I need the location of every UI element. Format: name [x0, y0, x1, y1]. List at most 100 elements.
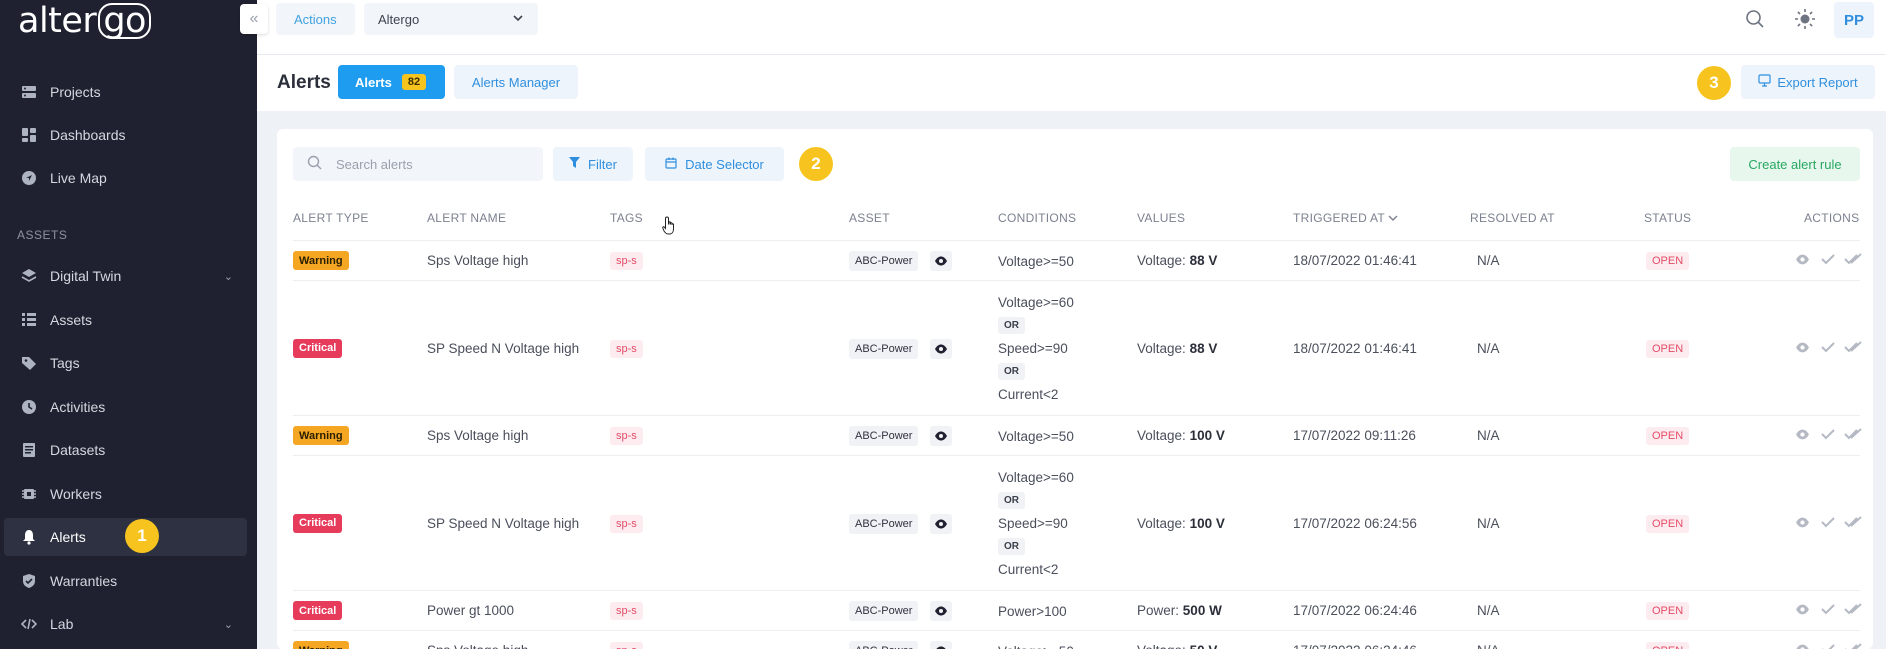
view-alert-eye-icon[interactable] [1795, 643, 1810, 649]
eye-icon[interactable] [930, 641, 952, 649]
chip-icon [20, 485, 38, 503]
resolved-at: N/A [1477, 428, 1500, 443]
value-label: Voltage: [1137, 643, 1186, 649]
sidebar-item-assets[interactable]: Assets [4, 301, 247, 339]
asset-chip[interactable]: ABC-Power [849, 601, 919, 621]
tag-chip[interactable]: sp-s [610, 427, 643, 445]
create-alert-rule-button[interactable]: Create alert rule [1730, 147, 1860, 181]
date-selector-button[interactable]: Date Selector [645, 147, 784, 181]
eye-icon[interactable] [930, 513, 952, 534]
sidebar-item-label: Live Map [50, 170, 107, 186]
column-header-tags[interactable]: TAGS [610, 211, 643, 225]
alert-name[interactable]: SP Speed N Voltage high [427, 341, 579, 356]
asset-chip[interactable]: ABC-Power [849, 641, 919, 649]
eye-icon[interactable] [930, 426, 952, 446]
acknowledge-check-icon[interactable] [1821, 516, 1835, 531]
column-header-alert-name[interactable]: ALERT NAME [427, 211, 506, 225]
sidebar-item-projects[interactable]: Projects [4, 73, 247, 111]
column-header-conditions[interactable]: CONDITIONS [998, 211, 1076, 225]
altergo-logo[interactable]: alter go [18, 0, 151, 42]
triggered-at: 17/07/2022 09:11:26 [1293, 428, 1416, 443]
shield-check-icon [20, 572, 38, 590]
resolve-double-check-icon[interactable] [1844, 603, 1862, 618]
eye-icon[interactable] [930, 338, 952, 359]
resolve-double-check-icon[interactable] [1844, 428, 1862, 443]
view-alert-eye-icon[interactable] [1795, 516, 1810, 531]
sidebar-item-tags[interactable]: Tags [4, 344, 247, 382]
conditions-cell: Voltage>=60 OR Speed>=90 OR Current<2 [998, 466, 1074, 581]
table-row[interactable]: Warning Sps Voltage high sp-s ABC-Power Volt… [293, 630, 1862, 649]
eye-icon[interactable] [930, 601, 952, 621]
sidebar-item-digital-twin[interactable]: Digital Twin ⌄ [4, 257, 247, 295]
acknowledge-check-icon[interactable] [1821, 341, 1835, 356]
or-operator-row: OR [998, 535, 1074, 558]
step-badge-2: 2 [799, 147, 833, 181]
table-row[interactable]: Warning Sps Voltage high sp-s ABC-Power Volt… [293, 415, 1862, 455]
acknowledge-check-icon[interactable] [1821, 428, 1835, 443]
sidebar-item-lab[interactable]: Lab ⌄ [4, 605, 247, 643]
value-label: Power: [1137, 603, 1180, 618]
acknowledge-check-icon[interactable] [1821, 603, 1835, 618]
acknowledge-check-icon[interactable] [1821, 253, 1835, 268]
column-header-asset[interactable]: ASSET [849, 211, 890, 225]
step-badge-1: 1 [125, 519, 159, 553]
table-row[interactable]: Critical SP Speed N Voltage high sp-s ABC-P… [293, 280, 1862, 415]
asset-chip[interactable]: ABC-Power [849, 513, 919, 534]
resolve-double-check-icon[interactable] [1844, 515, 1862, 531]
column-header-triggered-at[interactable]: TRIGGERED AT [1293, 211, 1398, 225]
tag-chip[interactable]: sp-s [610, 252, 643, 270]
alert-name[interactable]: SP Speed N Voltage high [427, 516, 579, 531]
sidebar-item-datasets[interactable]: Datasets [4, 431, 247, 469]
view-alert-eye-icon[interactable] [1795, 428, 1810, 443]
monitor-download-icon [1758, 74, 1771, 90]
tag-chip[interactable]: sp-s [610, 514, 643, 533]
resolve-double-check-icon[interactable] [1844, 253, 1862, 268]
user-avatar[interactable]: PP [1834, 2, 1874, 38]
search-input[interactable]: Search alerts [293, 147, 543, 181]
table-row[interactable]: Critical Power gt 1000 sp-s ABC-Power Power>… [293, 590, 1862, 630]
collapse-sidebar-button[interactable]: « [240, 4, 268, 34]
asset-chip[interactable]: ABC-Power [849, 251, 919, 271]
sidebar-item-warranties[interactable]: Warranties [4, 562, 247, 600]
alert-name[interactable]: Sps Voltage high [427, 428, 528, 443]
column-header-alert-type[interactable]: ALERT TYPE [293, 211, 369, 225]
resolve-double-check-icon[interactable] [1844, 340, 1862, 356]
sidebar-item-workers[interactable]: Workers [4, 475, 247, 513]
alert-name[interactable]: Sps Voltage high [427, 253, 528, 268]
resolve-double-check-icon[interactable] [1844, 643, 1862, 649]
tab-alerts[interactable]: Alerts 82 [338, 65, 445, 99]
alert-name[interactable]: Sps Voltage high [427, 643, 528, 649]
value-label: Voltage: [1137, 253, 1186, 268]
column-header-resolved-at[interactable]: RESOLVED AT [1470, 211, 1555, 225]
filter-button[interactable]: Filter [553, 147, 633, 181]
sidebar-item-live-map[interactable]: Live Map [4, 159, 247, 197]
asset-chip[interactable]: ABC-Power [849, 338, 919, 359]
alert-name[interactable]: Power gt 1000 [427, 603, 514, 618]
table-row[interactable]: Critical SP Speed N Voltage high sp-s ABC-P… [293, 455, 1862, 590]
export-report-button[interactable]: Export Report [1741, 65, 1875, 99]
acknowledge-check-icon[interactable] [1821, 643, 1835, 649]
column-header-values[interactable]: VALUES [1137, 211, 1185, 225]
view-alert-eye-icon[interactable] [1795, 341, 1810, 356]
table-row[interactable]: Warning Sps Voltage high sp-s ABC-Power Volt… [293, 240, 1862, 280]
tag-chip[interactable]: sp-s [610, 602, 643, 620]
eye-icon[interactable] [930, 251, 952, 271]
conditions-cell: Power>100 [998, 600, 1067, 623]
resolved-at: N/A [1477, 643, 1500, 649]
sidebar-item-label: Projects [50, 84, 101, 100]
tag-chip[interactable]: sp-s [610, 642, 643, 649]
tab-alerts-manager[interactable]: Alerts Manager [454, 65, 578, 99]
organization-select[interactable]: Altergo [364, 3, 538, 35]
theme-toggle-sun-icon[interactable] [1794, 8, 1816, 30]
asset-chip[interactable]: ABC-Power [849, 426, 919, 446]
tag-chip[interactable]: sp-s [610, 339, 643, 358]
sidebar-item-activities[interactable]: Activities [4, 388, 247, 426]
view-alert-eye-icon[interactable] [1795, 253, 1810, 268]
actions-button[interactable]: Actions [276, 3, 355, 35]
sidebar-item-label: Digital Twin [50, 268, 122, 284]
sidebar-item-dashboards[interactable]: Dashboards [4, 116, 247, 154]
condition-item: Current<2 [998, 387, 1059, 402]
search-icon[interactable] [1744, 8, 1766, 30]
view-alert-eye-icon[interactable] [1795, 603, 1810, 618]
column-header-status[interactable]: STATUS [1644, 211, 1691, 225]
